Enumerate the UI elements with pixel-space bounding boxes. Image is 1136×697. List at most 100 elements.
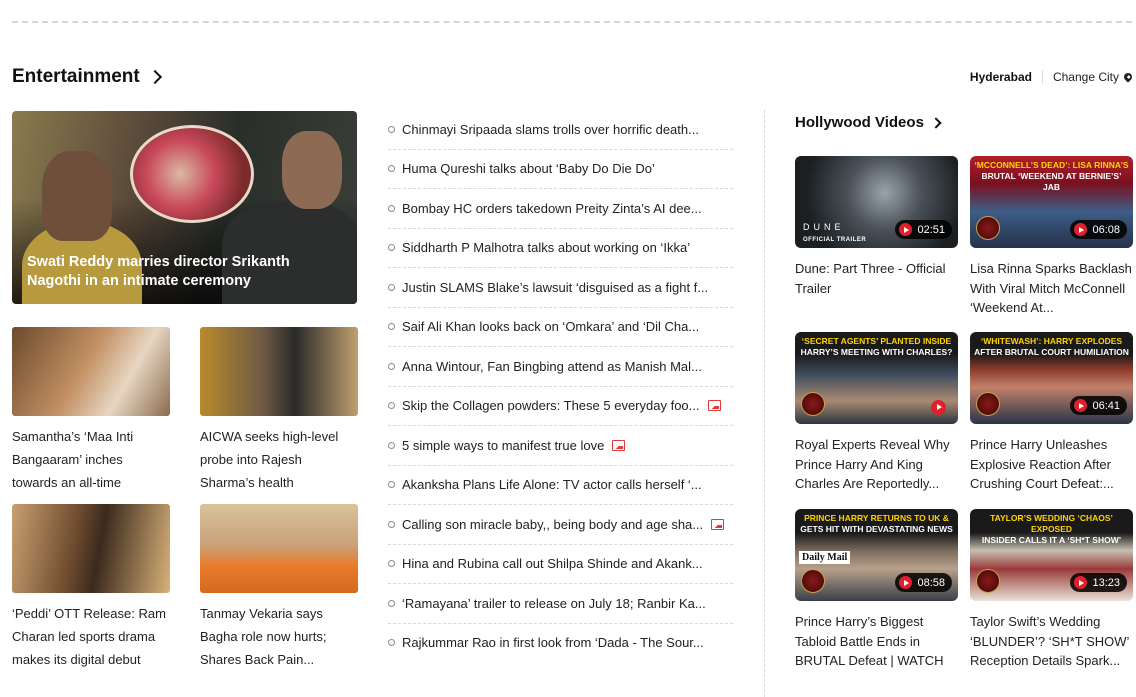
video-banner: Taylor’s Wedding ‘Chaos’ Exposed Insider …	[981, 513, 1122, 545]
headline-text: Skip the Collagen powders: These 5 every…	[402, 398, 700, 414]
story-thumbnail	[200, 504, 358, 593]
hollywood-videos-link[interactable]: Hollywood Videos	[795, 114, 942, 131]
bullet-icon	[388, 283, 395, 291]
story-thumbnail	[12, 504, 170, 593]
entertainment-section-link[interactable]: Entertainment	[12, 66, 162, 88]
story-card[interactable]: Tanmay Vekaria says Bagha role now hurts…	[200, 504, 358, 671]
video-title: Lisa Rinna Sparks Backlash With Viral Mi…	[970, 261, 1132, 315]
headline-text: Chinmayi Sripaada slams trolls over horr…	[402, 121, 699, 137]
headline-item[interactable]: Chinmayi Sripaada slams trolls over horr…	[388, 110, 733, 150]
dune-logo-text: DUNE	[803, 222, 845, 232]
story-card[interactable]: ‘Peddi’ OTT Release: Ram Charan led spor…	[12, 504, 170, 671]
bullet-icon	[388, 204, 395, 212]
headline-text: Bombay HC orders takedown Preity Zinta’s…	[402, 200, 702, 216]
change-city-label: Change City	[1052, 70, 1119, 84]
headline-item[interactable]: Rajkummar Rao in first look from ‘Dada -…	[388, 624, 733, 663]
bullet-icon	[388, 481, 395, 489]
chevron-right-icon	[930, 116, 942, 129]
city-selector: Hyderabad Change City	[970, 70, 1134, 84]
channel-logo	[801, 569, 825, 593]
video-card[interactable]: Prince Harry Returns to UK & Gets Hit wit…	[795, 509, 958, 671]
headline-item[interactable]: 5 simple ways to manifest true love	[388, 426, 733, 466]
bullet-icon	[388, 244, 395, 252]
video-thumbnail: Taylor’s Wedding ‘Chaos’ Exposed Insider …	[970, 509, 1133, 601]
video-title: Taylor Swift’s Wedding ‘BLUNDER’? ‘SH*T …	[970, 614, 1129, 668]
channel-logo	[976, 569, 1000, 593]
bullet-icon	[388, 599, 395, 607]
story-title: Samantha’s ‘Maa Inti Bangaaram’ inches t…	[12, 429, 134, 490]
video-title: Dune: Part Three - Official Trailer	[795, 261, 946, 296]
video-duration: 02:51	[895, 220, 952, 239]
play-icon	[1074, 223, 1088, 236]
bullet-icon	[388, 639, 395, 647]
play-icon	[931, 400, 946, 415]
story-card[interactable]: AICWA seeks high-level probe into Rajesh…	[200, 327, 358, 494]
video-thumbnail: ‘Whitewash’: Harry Explodes After Brutal …	[970, 332, 1133, 424]
bullet-icon	[388, 165, 395, 173]
play-icon	[1074, 399, 1088, 412]
video-card[interactable]: ‘Whitewash’: Harry Explodes After Brutal …	[970, 332, 1133, 494]
video-thumbnail: ‘Secret Agents’ Planted Inside Harry’s Me…	[795, 332, 958, 424]
bullet-icon	[388, 323, 395, 331]
headline-item[interactable]: Saif Ali Khan looks back on ‘Omkara’ and…	[388, 308, 733, 347]
newspaper-masthead: Daily Mail	[799, 551, 851, 564]
bullet-icon	[388, 402, 395, 410]
headline-text: Anna Wintour, Fan Bingbing attend as Man…	[402, 358, 702, 374]
headline-text: Akanksha Plans Life Alone: TV actor call…	[402, 477, 702, 493]
headline-item[interactable]: Hina and Rubina call out Shilpa Shinde a…	[388, 545, 733, 584]
section-title: Entertainment	[12, 66, 140, 87]
headline-item[interactable]: Anna Wintour, Fan Bingbing attend as Man…	[388, 347, 733, 387]
play-icon	[1074, 576, 1088, 589]
headline-item[interactable]: ‘Ramayana’ trailer to release on July 18…	[388, 584, 733, 624]
photo-gallery-icon	[707, 400, 721, 412]
headline-text: Siddharth P Malhotra talks about working…	[402, 240, 691, 256]
headlines-list: Chinmayi Sripaada slams trolls over horr…	[388, 110, 733, 662]
headline-item[interactable]: Huma Qureshi talks about ‘Baby Do Die Do…	[388, 150, 733, 189]
story-card[interactable]: Samantha’s ‘Maa Inti Bangaaram’ inches t…	[12, 327, 170, 494]
headline-item[interactable]: Bombay HC orders takedown Preity Zinta’s…	[388, 189, 733, 229]
video-title: Royal Experts Reveal Why Prince Harry An…	[795, 437, 950, 491]
hero-image-figure	[282, 131, 342, 209]
play-icon	[899, 576, 913, 589]
headline-item[interactable]: Calling son miracle baby,, being body an…	[388, 505, 733, 545]
headline-item[interactable]: Skip the Collagen powders: These 5 every…	[388, 387, 733, 426]
video-title: Prince Harry’s Biggest Tabloid Battle En…	[795, 614, 944, 668]
photo-gallery-icon	[612, 439, 626, 451]
story-thumbnail	[200, 327, 358, 416]
hero-image-figure	[42, 151, 112, 241]
video-card[interactable]: ‘Secret Agents’ Planted Inside Harry’s Me…	[795, 332, 958, 494]
hero-story[interactable]: Swati Reddy marries director Srikanth Na…	[12, 111, 357, 304]
headline-item[interactable]: Justin SLAMS Blake’s lawsuit ‘disguised …	[388, 268, 733, 308]
column-divider	[764, 110, 765, 697]
video-thumbnail: ‘McConnell’s Dead’: Lisa Rinna’s Brutal ‘…	[970, 156, 1133, 248]
headline-text: 5 simple ways to manifest true love	[402, 437, 605, 453]
bullet-icon	[388, 520, 395, 528]
video-title: Prince Harry Unleashes Explosive Reactio…	[970, 437, 1114, 491]
video-duration: 08:58	[895, 573, 952, 592]
video-banner: ‘Secret Agents’ Planted Inside Harry’s Me…	[800, 336, 953, 357]
video-card[interactable]: Taylor’s Wedding ‘Chaos’ Exposed Insider …	[970, 509, 1133, 671]
headline-item[interactable]: Akanksha Plans Life Alone: TV actor call…	[388, 466, 733, 505]
bullet-icon	[388, 125, 395, 133]
video-card[interactable]: ‘McConnell’s Dead’: Lisa Rinna’s Brutal ‘…	[970, 156, 1133, 318]
headline-text: Justin SLAMS Blake’s lawsuit ‘disguised …	[402, 279, 709, 295]
story-title: AICWA seeks high-level probe into Rajesh…	[200, 429, 339, 490]
current-city: Hyderabad	[970, 70, 1043, 84]
video-duration: 13:23	[1070, 573, 1127, 592]
headline-item[interactable]: Siddharth P Malhotra talks about working…	[388, 229, 733, 268]
video-card[interactable]: DUNE OFFICIAL TRAILER 02:51 Dune: Part T…	[795, 156, 958, 298]
video-banner: Prince Harry Returns to UK & Gets Hit wit…	[800, 513, 953, 534]
dune-logo-subtitle: OFFICIAL TRAILER	[803, 237, 867, 243]
bullet-icon	[388, 441, 395, 449]
video-duration: 06:41	[1070, 396, 1127, 415]
video-banner: ‘Whitewash’: Harry Explodes After Brutal …	[974, 336, 1129, 357]
video-thumbnail: DUNE OFFICIAL TRAILER 02:51	[795, 156, 958, 248]
video-banner: ‘McConnell’s Dead’: Lisa Rinna’s Brutal ‘…	[974, 160, 1129, 192]
story-thumbnail	[12, 327, 170, 416]
change-city-button[interactable]: Change City	[1043, 70, 1134, 84]
chevron-right-icon	[147, 69, 162, 85]
headline-text: Huma Qureshi talks about ‘Baby Do Die Do…	[402, 161, 655, 177]
hero-inset-image	[130, 125, 254, 223]
headline-text: Calling son miracle baby,, being body an…	[402, 516, 704, 532]
top-divider	[12, 21, 1132, 23]
